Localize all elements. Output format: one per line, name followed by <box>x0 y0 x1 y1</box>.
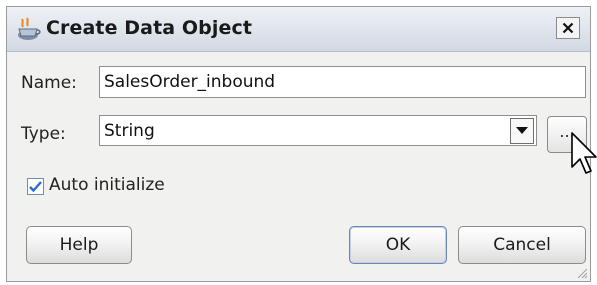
help-button[interactable]: Help <box>26 226 132 264</box>
ok-button[interactable]: OK <box>349 226 447 264</box>
triangle-down-icon <box>516 127 528 134</box>
type-dropdown-button[interactable] <box>510 118 534 144</box>
auto-initialize-checkbox[interactable] <box>27 178 44 195</box>
coffee-cup-icon <box>18 17 41 40</box>
mouse-pointer-icon <box>571 132 597 174</box>
dialog-title: Create Data Object <box>46 17 253 39</box>
title-bar[interactable]: Create Data Object <box>7 7 590 52</box>
name-label: Name: <box>21 73 77 93</box>
close-button[interactable] <box>556 17 580 39</box>
checkmark-icon <box>29 181 42 192</box>
type-label: Type: <box>21 124 66 144</box>
create-data-object-dialog: Create Data Object Name: SalesOrder_inbo… <box>6 6 591 282</box>
resize-grip-icon[interactable] <box>574 265 588 279</box>
close-icon <box>562 22 574 34</box>
cancel-button[interactable]: Cancel <box>458 226 586 264</box>
name-input[interactable]: SalesOrder_inbound <box>99 66 586 98</box>
type-select[interactable]: String <box>99 115 537 146</box>
auto-initialize-label[interactable]: Auto initialize <box>49 175 165 195</box>
